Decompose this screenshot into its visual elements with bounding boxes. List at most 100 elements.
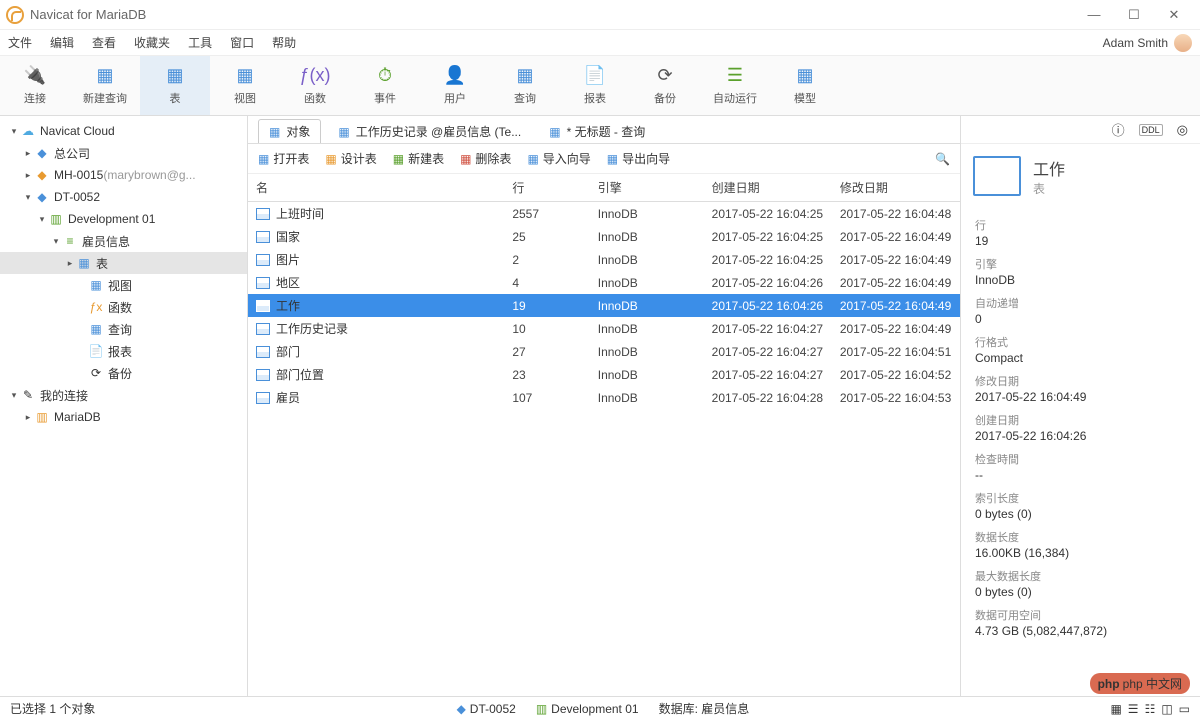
objbar-导出向导[interactable]: ▦导出向导 <box>607 150 670 167</box>
object-toolbar: ▦打开表 ▦设计表 ▦新建表 ▦删除表 ▦导入向导 ▦导出向导 🔍 <box>248 144 960 174</box>
menu-help[interactable]: 帮助 <box>272 34 296 51</box>
chevron-icon[interactable]: ▸ <box>64 258 76 269</box>
table-row[interactable]: 部门位置23InnoDB2017-05-22 16:04:272017-05-2… <box>248 363 960 386</box>
menu-edit[interactable]: 编辑 <box>50 34 74 51</box>
close-button[interactable]: ✕ <box>1154 0 1194 30</box>
chevron-icon[interactable]: ▾ <box>22 192 34 203</box>
toolbar-视图[interactable]: ▦视图 <box>210 56 280 115</box>
view-compact-icon[interactable]: ◫ <box>1161 702 1172 716</box>
menu-view[interactable]: 查看 <box>92 34 116 51</box>
toolbar-函数[interactable]: ƒ(x)函数 <box>280 56 350 115</box>
status-server: Development 01 <box>551 702 638 716</box>
prop-自动递增: 自动递增0 <box>975 295 1186 326</box>
table-row[interactable]: 国家25InnoDB2017-05-22 16:04:252017-05-22 … <box>248 225 960 248</box>
table-icon <box>256 231 270 243</box>
连接-icon: 🔌 <box>22 66 48 86</box>
chevron-icon[interactable]: ▾ <box>8 126 20 137</box>
chevron-icon[interactable]: ▾ <box>50 236 62 247</box>
objbar-导入向导[interactable]: ▦导入向导 <box>527 150 590 167</box>
chevron-icon[interactable]: ▸ <box>22 412 34 423</box>
tree-总公司[interactable]: ▸◆总公司 <box>0 142 247 164</box>
menu-tools[interactable]: 工具 <box>188 34 212 51</box>
menu-favorites[interactable]: 收藏夹 <box>134 34 170 51</box>
table-icon <box>256 346 270 358</box>
menu-file[interactable]: 文件 <box>8 34 32 51</box>
tree-查询[interactable]: ▦查询 <box>0 318 247 340</box>
tables-list[interactable]: 名行引擎创建日期修改日期 上班时间2557InnoDB2017-05-22 16… <box>248 174 960 409</box>
tab-icon: ▦ <box>549 125 560 139</box>
tree-MH-0015[interactable]: ▸◆MH-0015 (marybrown@g... <box>0 164 247 186</box>
toolbar-自动运行[interactable]: ☰自动运行 <box>700 56 770 115</box>
prop-引擎: 引擎InnoDB <box>975 256 1186 287</box>
maximize-button[interactable]: ☐ <box>1114 0 1154 30</box>
toolbar-备份[interactable]: ⟳备份 <box>630 56 700 115</box>
preview-icon[interactable]: ◎ <box>1177 122 1188 138</box>
chevron-icon[interactable]: ▾ <box>36 214 48 225</box>
tree-雇员信息[interactable]: ▾≡雇员信息 <box>0 230 247 252</box>
objbar-设计表[interactable]: ▦设计表 <box>325 150 376 167</box>
app-logo-icon <box>6 6 24 24</box>
toolbar-连接[interactable]: 🔌连接 <box>0 56 70 115</box>
menu-window[interactable]: 窗口 <box>230 34 254 51</box>
objbar-删除表[interactable]: ▦删除表 <box>460 150 511 167</box>
table-row[interactable]: 工作19InnoDB2017-05-22 16:04:262017-05-22 … <box>248 294 960 317</box>
info-icon[interactable]: ⓘ <box>1112 120 1125 139</box>
tree-DT-0052[interactable]: ▾◆DT-0052 <box>0 186 247 208</box>
prop-检查時間: 检查時間-- <box>975 451 1186 482</box>
tab-icon: ▦ <box>338 125 349 139</box>
connection-tree[interactable]: ▾☁Navicat Cloud▸◆总公司▸◆MH-0015 (marybrown… <box>0 116 248 696</box>
toolbar-新建查询[interactable]: ▦新建查询 <box>70 56 140 115</box>
导出向导-icon: ▦ <box>607 152 618 166</box>
col-修改日期[interactable]: 修改日期 <box>832 174 960 202</box>
col-名[interactable]: 名 <box>248 174 504 202</box>
toolbar-查询[interactable]: ▦查询 <box>490 56 560 115</box>
tab-* 无标题 - 查询[interactable]: ▦* 无标题 - 查询 <box>538 119 656 143</box>
minimize-button[interactable]: — <box>1074 0 1114 30</box>
toolbar-模型[interactable]: ▦模型 <box>770 56 840 115</box>
tree-MariaDB[interactable]: ▸▥MariaDB <box>0 406 247 428</box>
chevron-icon[interactable]: ▾ <box>8 390 20 401</box>
table-row[interactable]: 地区4InnoDB2017-05-22 16:04:262017-05-22 1… <box>248 271 960 294</box>
tree-备份[interactable]: ⟳备份 <box>0 362 247 384</box>
tab-对象[interactable]: ▦对象 <box>258 119 321 143</box>
connection-icon: ◆ <box>457 702 466 716</box>
tree-视图[interactable]: ▦视图 <box>0 274 247 296</box>
table-row[interactable]: 雇员107InnoDB2017-05-22 16:04:282017-05-22… <box>248 386 960 409</box>
tree-我的连接[interactable]: ▾✎我的连接 <box>0 384 247 406</box>
tree-报表[interactable]: 📄报表 <box>0 340 247 362</box>
table-row[interactable]: 图片2InnoDB2017-05-22 16:04:252017-05-22 1… <box>248 248 960 271</box>
view-icons-icon[interactable]: ▦ <box>1110 702 1121 716</box>
toolbar-事件[interactable]: ⏱事件 <box>350 56 420 115</box>
view-wide-icon[interactable]: ▭ <box>1179 702 1190 716</box>
table-row[interactable]: 部门27InnoDB2017-05-22 16:04:272017-05-22 … <box>248 340 960 363</box>
toolbar-表[interactable]: ▦表 <box>140 56 210 115</box>
objbar-新建表[interactable]: ▦新建表 <box>393 150 444 167</box>
tree-node-icon: ◆ <box>34 146 50 160</box>
ddl-icon[interactable]: DDL <box>1139 124 1163 136</box>
view-detail-icon[interactable]: ☷ <box>1145 702 1156 716</box>
tree-Development 01[interactable]: ▾▥Development 01 <box>0 208 247 230</box>
table-row[interactable]: 工作历史记录10InnoDB2017-05-22 16:04:272017-05… <box>248 317 960 340</box>
toolbar-报表[interactable]: 📄报表 <box>560 56 630 115</box>
tree-表[interactable]: ▸▦表 <box>0 252 247 274</box>
table-row[interactable]: 上班时间2557InnoDB2017-05-22 16:04:252017-05… <box>248 202 960 226</box>
current-user-label[interactable]: Adam Smith <box>1103 36 1168 50</box>
prop-最大数据长度: 最大数据长度0 bytes (0) <box>975 568 1186 599</box>
tree-Navicat Cloud[interactable]: ▾☁Navicat Cloud <box>0 120 247 142</box>
view-list-icon[interactable]: ☰ <box>1128 702 1139 716</box>
自动运行-icon: ☰ <box>722 66 748 86</box>
col-行[interactable]: 行 <box>504 174 589 202</box>
chevron-icon[interactable]: ▸ <box>22 148 34 159</box>
删除表-icon: ▦ <box>460 152 471 166</box>
tree-函数[interactable]: ƒx函数 <box>0 296 247 318</box>
col-引擎[interactable]: 引擎 <box>590 174 704 202</box>
prop-行格式: 行格式Compact <box>975 334 1186 365</box>
chevron-icon[interactable]: ▸ <box>22 170 34 181</box>
objbar-打开表[interactable]: ▦打开表 <box>258 150 309 167</box>
avatar-icon[interactable] <box>1174 34 1192 52</box>
toolbar-用户[interactable]: 👤用户 <box>420 56 490 115</box>
tab-工作历史记录 @雇员信息 (Te...[interactable]: ▦工作历史记录 @雇员信息 (Te... <box>327 119 532 143</box>
col-创建日期[interactable]: 创建日期 <box>704 174 832 202</box>
table-icon <box>256 369 270 381</box>
search-icon[interactable]: 🔍 <box>935 152 950 166</box>
